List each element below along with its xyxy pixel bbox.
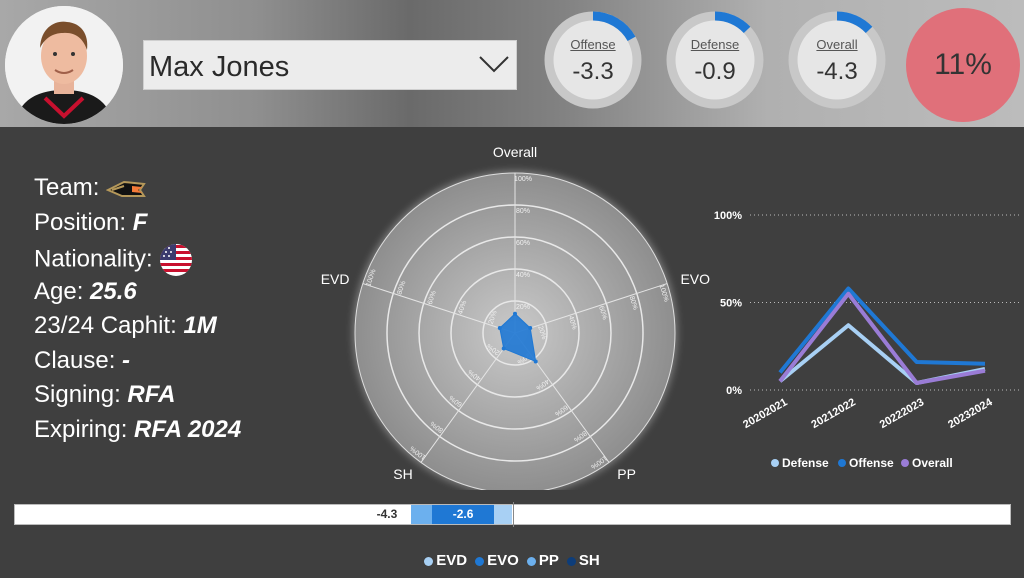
age-label: Age:	[34, 277, 84, 305]
player-dropdown-value: Max Jones	[149, 51, 290, 83]
radar-ring-label: 40%	[516, 272, 530, 279]
overall-kpi-value: -4.3	[816, 58, 858, 85]
line-legend-item: Defense	[771, 456, 829, 470]
radar-ring-label: 100%	[514, 176, 532, 183]
radar-ring-label: 20%	[516, 304, 530, 311]
bar-legend-item[interactable]: SH	[566, 552, 600, 569]
bar-legend-label: EVD	[436, 552, 468, 569]
percentile-badge: 11%	[906, 8, 1020, 122]
bar-segment-pp[interactable]	[410, 505, 432, 524]
radar-axis-label: Overall	[493, 144, 537, 160]
team-row: Team:	[34, 174, 241, 209]
line-chart-x-tick: 20222023	[878, 396, 926, 431]
bar-legend-dot	[526, 556, 536, 566]
bar-legend-item[interactable]: PP	[526, 552, 559, 569]
team-label: Team:	[34, 174, 100, 201]
player-dropdown[interactable]: Max Jones	[143, 40, 517, 90]
bar-legend-dot	[566, 556, 576, 566]
line-chart-y-tick: 0%	[726, 385, 742, 397]
line-chart-x-tick: 20202021	[741, 396, 789, 431]
position-value: F	[132, 208, 148, 236]
line-legend-dot	[901, 459, 909, 467]
bar-segment-evd[interactable]	[493, 505, 513, 524]
season-line-chart: 100% 50% 0% 20202021 20212022 20222023 202320…	[714, 210, 1022, 470]
line-chart-y-tick: 50%	[720, 298, 742, 310]
line-chart-y-tick: 100%	[714, 210, 742, 222]
radar-point	[497, 326, 502, 331]
chevron-down-icon[interactable]	[478, 53, 510, 75]
line-series-overall	[778, 291, 986, 385]
radar-axis-label: EVD	[321, 271, 350, 287]
overall-kpi-label[interactable]: Overall	[787, 37, 887, 52]
clause-row: Clause: -	[34, 347, 241, 382]
percentile-value: 11%	[934, 48, 992, 81]
nationality-label: Nationality:	[34, 245, 153, 273]
bar-legend-label: PP	[538, 552, 559, 569]
age-row: Age: 25.6	[34, 278, 241, 313]
usa-flag-icon	[160, 244, 193, 276]
player-photo-icon	[5, 6, 123, 124]
expiring-value: RFA 2024	[134, 415, 242, 443]
bar-segment-label: -2.6	[452, 507, 474, 521]
radar-point	[513, 311, 517, 316]
expiring-label: Expiring:	[34, 415, 128, 443]
bar-zero-line	[512, 502, 514, 527]
position-label: Position:	[34, 208, 127, 236]
bar-legend-item[interactable]: EVO	[475, 552, 519, 569]
offense-kpi-label[interactable]: Offense	[543, 37, 643, 52]
defense-kpi-card: Defense -0.9	[665, 10, 765, 110]
line-chart-x-tick: 20212022	[809, 396, 857, 431]
position-row: Position: F	[34, 209, 241, 244]
signing-value: RFA	[127, 381, 176, 408]
line-legend-dot	[838, 459, 846, 467]
age-value: 25.6	[90, 277, 137, 305]
clause-value: -	[122, 346, 131, 374]
signing-label: Signing:	[34, 381, 121, 408]
nationality-row: Nationality:	[34, 243, 241, 278]
line-legend-label: Offense	[849, 456, 894, 470]
radar-point	[533, 359, 538, 364]
line-legend-label: Defense	[782, 456, 829, 470]
radar-chart: 100%80%60%40%20%100%80%60%40%20%100%80%6…	[321, 144, 710, 490]
radar-ring-label: 60%	[516, 240, 530, 247]
line-series-offense	[778, 286, 986, 374]
expiring-row: Expiring: RFA 2024	[34, 416, 241, 451]
radar-point	[501, 346, 506, 351]
bar-legend-dot	[475, 556, 485, 566]
bar-legend-item[interactable]: EVD	[424, 552, 467, 569]
defense-kpi-value: -0.9	[694, 58, 736, 85]
radar-point	[528, 326, 533, 331]
line-legend-label: Overall	[912, 456, 953, 470]
player-info-panel: Team: Position: F Nationality: Age: 25.6…	[34, 174, 241, 450]
caphit-row: 23/24 Caphit: 1M	[34, 312, 241, 347]
radar-ring-label: 80%	[516, 208, 530, 215]
offense-kpi-card: Offense -3.3	[543, 10, 643, 110]
defense-kpi-label[interactable]: Defense	[665, 37, 765, 52]
contribution-legend: EVD EVO PP SH	[0, 552, 1024, 569]
line-chart-x-tick: 20232024	[946, 396, 995, 431]
signing-row: Signing: RFA	[34, 381, 241, 416]
clause-label: Clause:	[34, 346, 116, 374]
bar-legend-label: SH	[578, 552, 600, 569]
line-legend-dot	[771, 459, 779, 467]
caphit-label: 23/24 Caphit:	[34, 312, 177, 339]
line-legend-item: Offense	[838, 456, 894, 470]
overall-kpi-card: Overall -4.3	[787, 10, 887, 110]
bar-legend-label: EVO	[487, 552, 519, 569]
contribution-bar: -4.3 -2.6	[14, 502, 1011, 527]
radar-axis-label: SH	[393, 466, 412, 482]
offense-kpi-value: -3.3	[572, 58, 614, 85]
caphit-value: 1M	[183, 312, 217, 339]
radar-axis-label: PP	[617, 466, 636, 482]
bar-total-label: -4.3	[376, 507, 398, 521]
bar-legend-dot	[424, 556, 434, 566]
ducks-logo-icon	[106, 180, 146, 197]
player-avatar	[5, 6, 123, 124]
line-legend-item: Overall	[901, 456, 953, 470]
